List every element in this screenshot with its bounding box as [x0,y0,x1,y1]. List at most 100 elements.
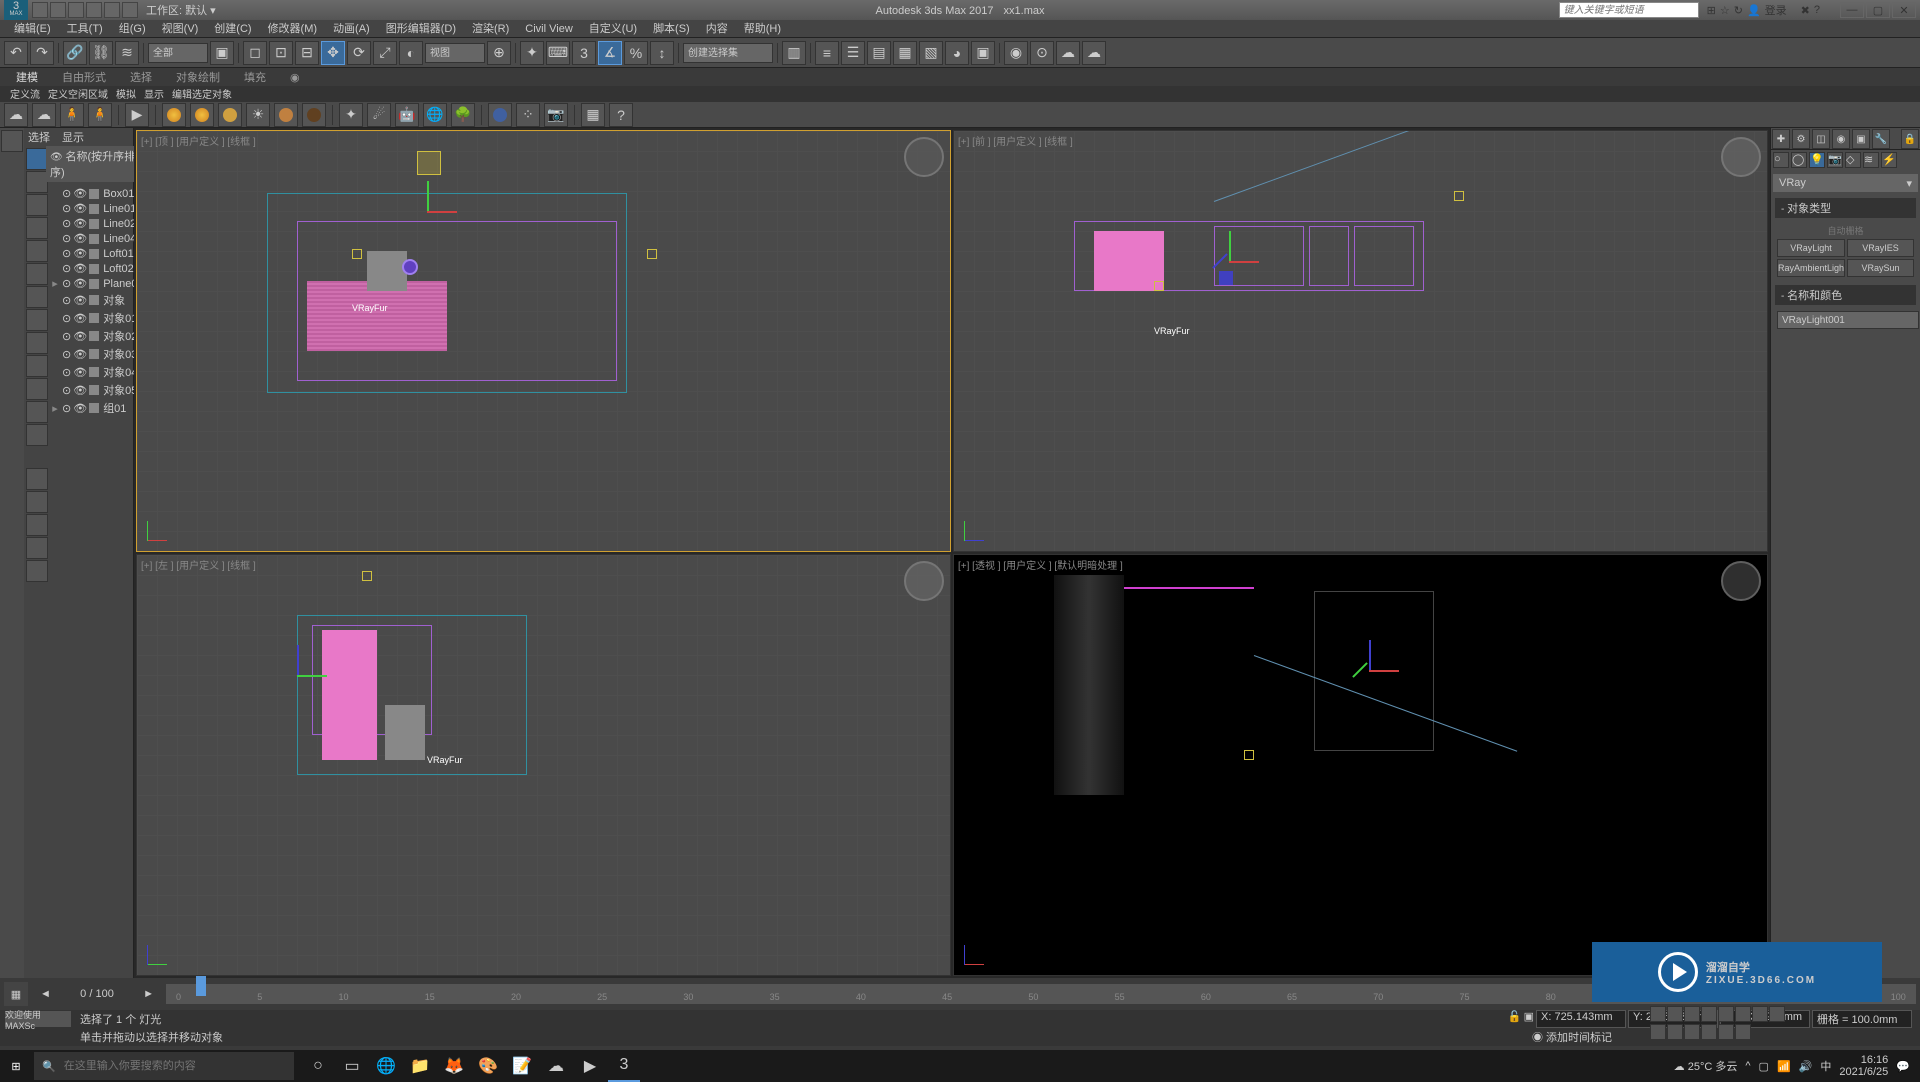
sphere3-icon[interactable] [218,103,242,127]
coord-x[interactable]: X: 725.143mm [1536,1010,1626,1028]
se-filter-cam[interactable] [26,240,48,262]
sync-icon[interactable]: ↻ [1734,4,1743,17]
qat-save-icon[interactable] [68,2,84,18]
scene-item[interactable]: ⊙👁对象 [48,291,146,309]
nav-play[interactable] [1684,1006,1700,1022]
menu-custom[interactable]: 自定义(U) [581,20,645,37]
scene-item[interactable]: ⊙👁对象01 [48,309,146,327]
scene-item[interactable]: ▸⊙👁Plane01 [48,276,146,291]
burst-icon[interactable]: ✦ [339,103,363,127]
cp-system-icon[interactable]: ⚡ [1881,152,1897,168]
lt-scroll[interactable] [1,130,23,152]
cp-create-tab[interactable]: ✚ [1772,129,1790,149]
selection-filter[interactable]: 全部 [148,43,208,63]
cp-autogrid[interactable]: 自动栅格 [1775,222,1916,239]
menu-tools[interactable]: 工具(T) [59,20,111,37]
menu-edit[interactable]: 编辑(E) [6,20,59,37]
notifications-icon[interactable]: 💬 [1896,1060,1910,1073]
nav-orbit[interactable] [1718,1024,1734,1040]
cp-motion-tab[interactable]: ◉ [1832,129,1850,149]
sphere4-icon[interactable] [274,103,298,127]
nav-prev-frame[interactable] [1667,1006,1683,1022]
cp-modify-tab[interactable]: ⚙ [1792,129,1810,149]
tab-freeform[interactable]: 自由形式 [56,69,112,85]
layer-explorer-button[interactable]: ▤ [867,41,891,65]
firefox-icon[interactable]: 🦊 [438,1050,470,1082]
comet-icon[interactable]: ☄ [367,103,391,127]
time-tag-button[interactable]: ◉ 添加时间标记 [1532,1029,1612,1045]
sun-icon[interactable]: ☀ [246,103,270,127]
notes-icon[interactable]: 📝 [506,1050,538,1082]
tab-objpaint[interactable]: 对象绘制 [170,69,226,85]
rp-disp[interactable]: 显示 [144,86,164,102]
cp-vraysun-button[interactable]: VRaySun [1847,259,1914,277]
render-active-button[interactable]: ☁ [1056,41,1080,65]
tray-screen-icon[interactable]: ▢ [1759,1060,1769,1073]
vp-top-label[interactable]: [+] [顶 ] [用户定义 ] [线框 ] [141,133,256,148]
qat-new-icon[interactable] [32,2,48,18]
ref-coord-combo[interactable]: 视图 [425,43,485,63]
tab-populate[interactable]: 填充 [238,69,272,85]
camera-icon[interactable]: 📷 [544,103,568,127]
help-search-input[interactable] [1560,3,1698,17]
menu-graph[interactable]: 图形编辑器(D) [378,20,464,37]
scale-button[interactable]: ⤢ [373,41,397,65]
nav-max-toggle[interactable] [1735,1024,1751,1040]
tab-rec-icon[interactable]: ◉ [284,71,306,84]
select-button[interactable]: ▣ [210,41,234,65]
cp-helper-icon[interactable]: ◇ [1845,152,1861,168]
select-crossing-button[interactable]: ⊟ [295,41,319,65]
scene-item[interactable]: ⊙👁Loft02 [48,261,146,276]
viewport-left[interactable]: [+] [左 ] [用户定义 ] [线框 ] VRayFur [136,554,951,976]
se-filter-light[interactable] [26,217,48,239]
vp-layout-button[interactable]: ▦ [4,982,28,1006]
cp-section-namecolor[interactable]: - 名称和颜色 [1775,285,1916,305]
cloud-icon[interactable]: ☁ [4,103,28,127]
angle-snap-button[interactable]: ∡ [598,41,622,65]
named-sel-combo[interactable]: 创建选择集 [683,43,773,63]
scene-item[interactable]: ⊙👁对象02 [48,327,146,345]
blue-sphere-icon[interactable] [488,103,512,127]
tab-select[interactable]: 选择 [124,69,158,85]
se-tab-display[interactable]: 显示 [62,129,84,145]
sphere5-icon[interactable] [302,103,326,127]
tree-icon[interactable]: 🌳 [451,103,475,127]
cp-util-tab[interactable]: 🔧 [1872,129,1890,149]
cp-shape-icon[interactable]: ◯ [1791,152,1807,168]
viewport-front[interactable]: [+] [前 ] [用户定义 ] [线框 ] VRayFur [953,130,1768,552]
se-filter-hidden[interactable] [26,424,48,446]
rp-sim[interactable]: 模拟 [116,86,136,102]
cloud-icon[interactable]: ⊞ [1707,4,1716,17]
cp-display-tab[interactable]: ▣ [1852,129,1870,149]
menu-group[interactable]: 组(G) [111,20,154,37]
bot-icon[interactable]: 🤖 [395,103,419,127]
cp-geo-icon[interactable]: ○ [1773,152,1789,168]
vp-persp-label[interactable]: [+] [透视 ] [用户定义 ] [默认明暗处理 ] [958,557,1123,572]
sphere2-icon[interactable] [190,103,214,127]
mirror-button[interactable]: ▥ [782,41,806,65]
menu-view[interactable]: 视图(V) [154,20,207,37]
align-button[interactable]: ≡ [815,41,839,65]
sphere1-icon[interactable] [162,103,186,127]
login-label[interactable]: 登录 [1765,2,1787,18]
play-sim-icon[interactable]: ▶ [125,103,149,127]
globe-icon[interactable]: 🌐 [423,103,447,127]
cortana-icon[interactable]: ○ [302,1050,334,1082]
menu-civil[interactable]: Civil View [517,20,580,37]
weather-widget[interactable]: ☁ 25°C 多云 [1674,1058,1738,1074]
scene-item[interactable]: ⊙👁对象03 [48,345,146,363]
close-button[interactable]: ✕ [1892,2,1916,18]
scene-item[interactable]: ⊙👁对象04 [48,363,146,381]
rp-edit[interactable]: 编辑选定对象 [172,86,232,102]
menu-render[interactable]: 渲染(R) [464,20,517,37]
balls-icon[interactable]: ⁘ [516,103,540,127]
render-setup-button[interactable]: ▣ [971,41,995,65]
nav-pan[interactable] [1701,1024,1717,1040]
paint-icon[interactable]: 🎨 [472,1050,504,1082]
se-filter-warp[interactable] [26,286,48,308]
se-filter-geo[interactable] [26,171,48,193]
se-filter-all[interactable] [26,148,48,170]
cp-rayambient-button[interactable]: RayAmbientLigh [1777,259,1845,277]
user-icon[interactable]: 👤 [1747,4,1761,17]
scene-item[interactable]: ⊙👁Box01 [48,186,146,201]
